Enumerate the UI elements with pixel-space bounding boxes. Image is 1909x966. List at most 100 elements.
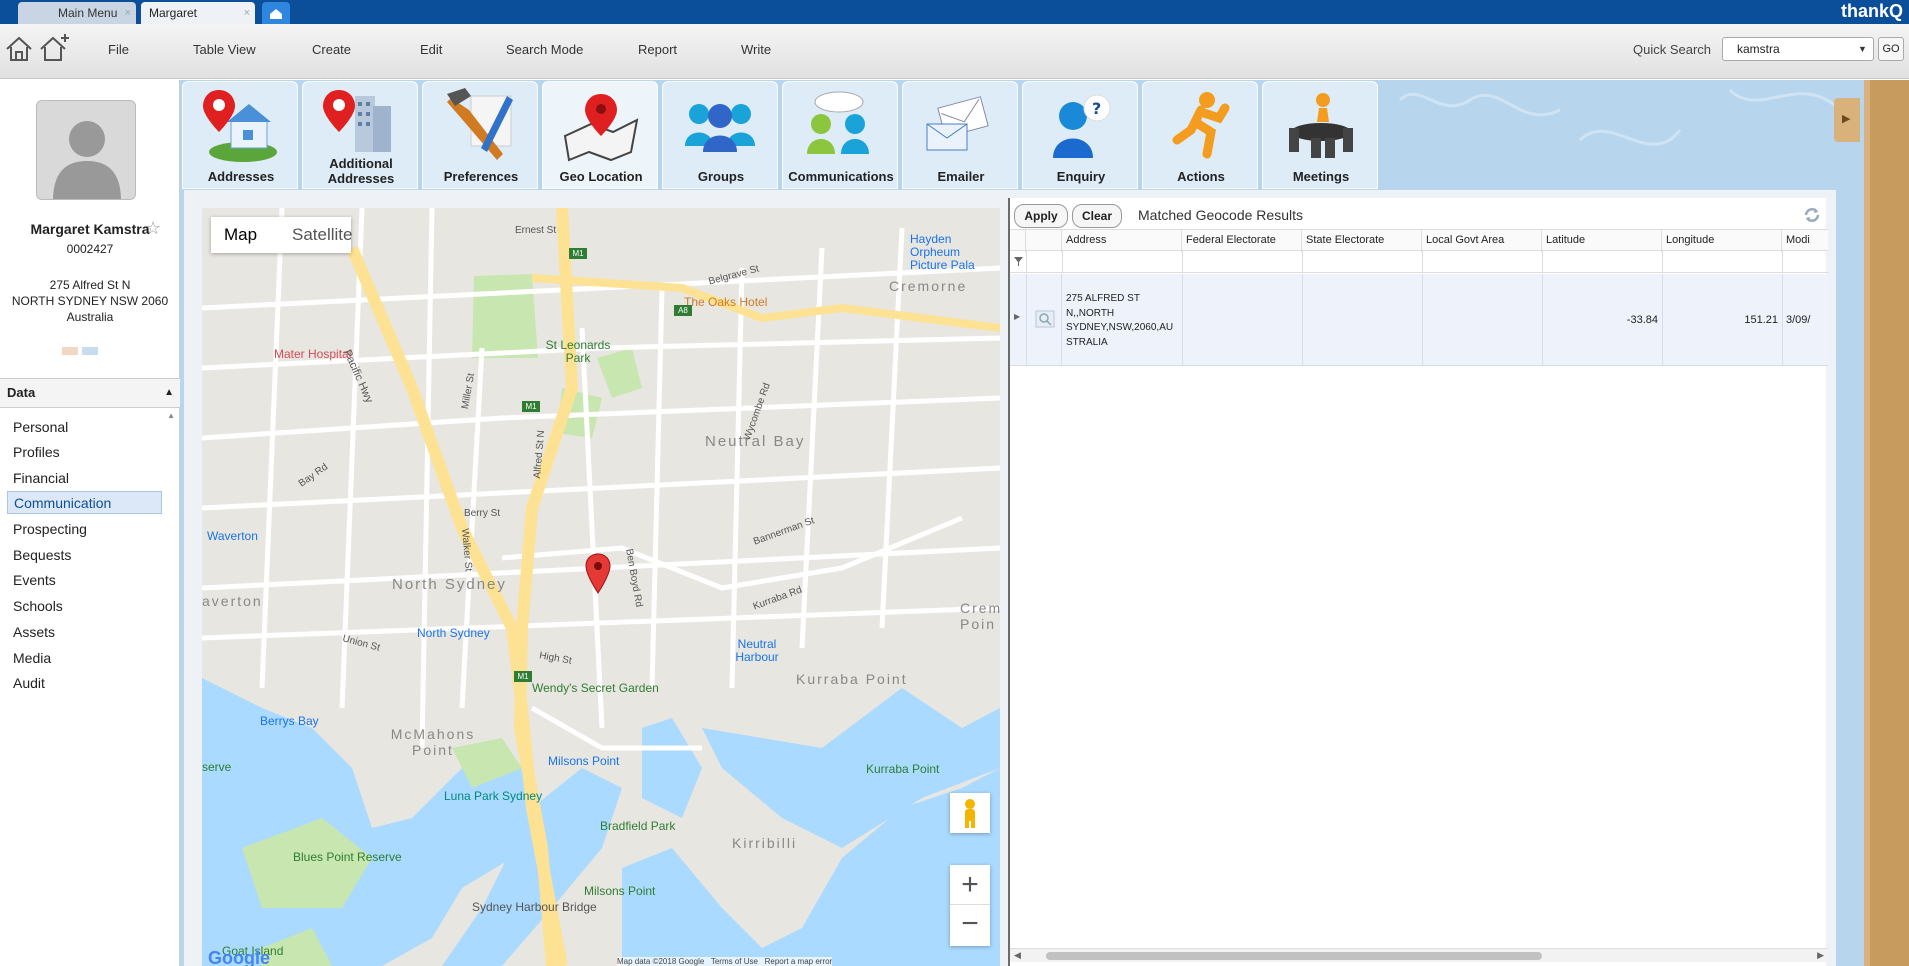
menu-table-view[interactable]: Table View <box>193 42 256 57</box>
clear-button[interactable]: Clear <box>1072 204 1122 228</box>
address-line-1: 275 Alfred St N <box>49 278 131 292</box>
report-error-link[interactable]: Report a map error <box>765 957 833 966</box>
search-icon[interactable] <box>1035 310 1055 328</box>
menu-create[interactable]: Create <box>312 42 351 57</box>
nav-item-events[interactable]: Events <box>7 569 162 592</box>
cell-latitude: -33.84 <box>1542 274 1662 366</box>
satellite-tab[interactable]: Satellite <box>292 225 352 245</box>
map-label: McMahons Point <box>390 726 476 758</box>
close-icon[interactable]: × <box>125 2 131 24</box>
map-label: Kirribilli <box>732 835 798 851</box>
map-label: Wendy's Secret Garden <box>532 681 659 695</box>
street-view-pegman[interactable] <box>950 793 990 833</box>
expand-row-icon[interactable]: ▶ <box>1014 312 1020 321</box>
nav-item-profiles[interactable]: Profiles <box>7 441 162 464</box>
map-label: Neutral Bay <box>705 433 806 450</box>
chevron-down-icon[interactable]: ▼ <box>1858 44 1867 54</box>
address-line-2: NORTH SYDNEY NSW 2060 <box>11 294 169 308</box>
nav-item-audit[interactable]: Audit <box>7 672 162 695</box>
column-header-federal-electorate[interactable]: Federal Electorate <box>1182 230 1302 252</box>
tile-enquiry[interactable]: ? Enquiry <box>1022 81 1138 189</box>
map-view[interactable]: Map Satellite + − Mater Hospital St Leon… <box>202 208 1000 966</box>
address-country: Australia <box>66 310 114 324</box>
scroll-left-icon[interactable]: ◀ <box>1014 950 1021 961</box>
scroll-up-icon[interactable]: ▲ <box>167 411 175 420</box>
column-header-local-govt-area[interactable]: Local Govt Area <box>1422 230 1542 252</box>
table-row[interactable]: ▶ 275 ALFRED ST N,,NORTH SYDNEY,NSW,2060… <box>1010 274 1828 366</box>
scrollbar-thumb[interactable] <box>1046 952 1542 960</box>
tab-main-menu[interactable]: Main Menu × <box>18 2 136 24</box>
tile-preferences[interactable]: Preferences <box>422 81 538 189</box>
column-header-longitude[interactable]: Longitude <box>1662 230 1782 252</box>
zoom-in-button[interactable]: + <box>950 865 990 905</box>
nav-item-personal[interactable]: Personal <box>7 416 162 439</box>
filter-icon[interactable] <box>1014 257 1023 266</box>
tile-meetings[interactable]: Meetings <box>1262 81 1378 189</box>
tile-label: Meetings <box>1292 169 1350 184</box>
zoom-out-button[interactable]: − <box>950 905 990 945</box>
menu-edit[interactable]: Edit <box>420 42 442 57</box>
tile-communications[interactable]: Communications <box>782 81 898 189</box>
menu-write[interactable]: Write <box>741 42 771 57</box>
sidebar: Margaret Kamstra ☆ 0002427 275 Alfred St… <box>0 80 180 966</box>
nav-item-assets[interactable]: Assets <box>7 621 162 644</box>
quick-search-go-button[interactable]: GO <box>1878 37 1904 61</box>
groups-icon <box>685 104 755 152</box>
scroll-right-icon[interactable]: ▶ <box>1817 950 1824 961</box>
grid-divider <box>1782 251 1783 273</box>
column-header-latitude[interactable]: Latitude <box>1542 230 1662 252</box>
actions-icon <box>1172 92 1230 159</box>
column-header-address[interactable]: Address <box>1062 230 1182 252</box>
menu-search-mode[interactable]: Search Mode <box>506 42 583 57</box>
side-cork-board <box>1864 80 1909 966</box>
tile-groups[interactable]: Groups <box>662 81 778 189</box>
grid-divider <box>1062 251 1063 273</box>
new-tab-button[interactable] <box>262 2 290 24</box>
geo-location-icon <box>563 94 639 162</box>
tile-geo-location[interactable]: Geo Location <box>542 81 658 189</box>
home-icon[interactable] <box>4 34 34 64</box>
nav-item-communication[interactable]: Communication <box>7 491 162 514</box>
menu-file[interactable]: File <box>108 42 129 57</box>
tile-actions[interactable]: Actions <box>1142 81 1258 189</box>
column-header-modified[interactable]: Modi <box>1782 230 1828 252</box>
new-home-icon[interactable] <box>38 32 72 64</box>
nav-item-bequests[interactable]: Bequests <box>7 544 162 567</box>
map-label: Hayden Orpheum Picture Pala <box>910 232 975 272</box>
nav-item-financial[interactable]: Financial <box>7 467 162 490</box>
tile-label: Emailer <box>937 169 985 184</box>
data-section-header[interactable]: Data ▲ <box>0 378 180 408</box>
map-label: Milsons Point <box>584 884 656 898</box>
location-marker-icon[interactable] <box>585 553 611 595</box>
tile-addresses[interactable]: Addresses <box>182 81 298 189</box>
apply-button[interactable]: Apply <box>1014 204 1068 228</box>
brand-logo: thankQ <box>1840 1 1903 21</box>
menu-report[interactable]: Report <box>638 42 677 57</box>
close-icon[interactable]: × <box>244 2 250 24</box>
star-icon[interactable]: ☆ <box>145 218 161 239</box>
map-tab[interactable]: Map <box>224 225 257 245</box>
side-panel-toggle[interactable]: ▶ <box>1834 98 1860 142</box>
communications-icon <box>807 91 869 154</box>
terms-link[interactable]: Terms of Use <box>711 957 758 966</box>
grid-divider <box>1662 251 1663 273</box>
tab-person-record[interactable]: Margaret Kamstra × <box>141 2 255 42</box>
chevron-up-icon[interactable]: ▲ <box>164 379 174 407</box>
column-header-state-electorate[interactable]: State Electorate <box>1302 230 1422 252</box>
tile-label: Groups <box>697 169 745 184</box>
avatar[interactable] <box>36 100 136 200</box>
map-type-control: Map Satellite <box>211 217 352 253</box>
person-silhouette-icon <box>53 121 121 199</box>
nav-item-schools[interactable]: Schools <box>7 595 162 618</box>
nav-item-prospecting[interactable]: Prospecting <box>7 518 162 541</box>
home-icon <box>270 9 282 19</box>
cell-state-electorate <box>1302 274 1422 366</box>
address-line: N,,NORTH <box>1066 307 1115 319</box>
refresh-icon[interactable] <box>1802 206 1822 224</box>
tile-emailer[interactable]: Emailer <box>902 81 1018 189</box>
map-label: Neutral Harbour <box>735 637 779 664</box>
horizontal-scrollbar[interactable]: ◀ ▶ <box>1010 948 1828 962</box>
quick-search-input[interactable]: kamstra <box>1722 37 1874 61</box>
nav-item-media[interactable]: Media <box>7 647 162 670</box>
tile-additional-addresses[interactable]: Additional Addresses <box>302 81 418 189</box>
